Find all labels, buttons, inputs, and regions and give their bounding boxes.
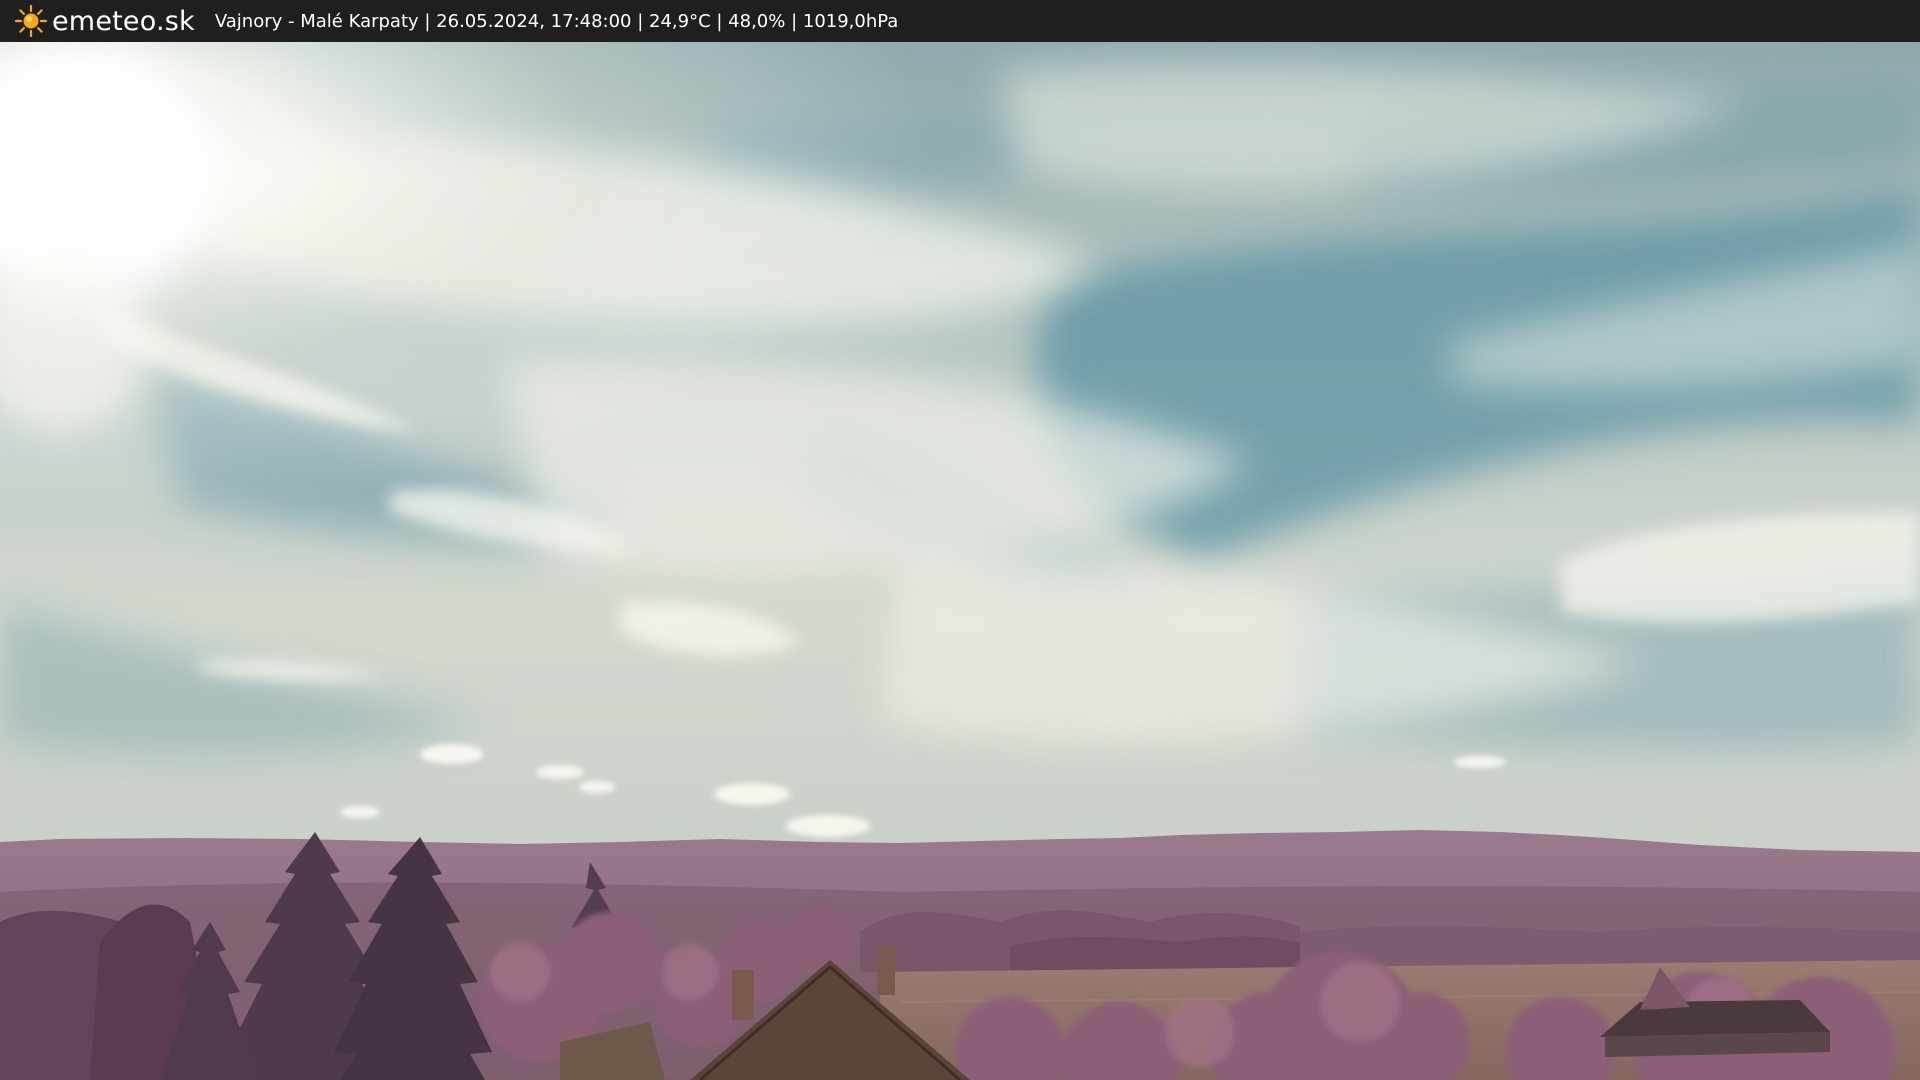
brand-name: emeteo.sk <box>52 5 195 37</box>
brand-logo[interactable]: emeteo.sk <box>14 4 195 38</box>
webcam-image <box>0 42 1920 1080</box>
webcam-caption: Vajnory - Malé Karpaty | 26.05.2024, 17:… <box>214 10 899 32</box>
sun-icon <box>14 4 48 38</box>
webcam-scene <box>0 42 1920 1080</box>
top-bar: emeteo.sk Vajnory - Malé Karpaty | 26.05… <box>0 0 1920 42</box>
